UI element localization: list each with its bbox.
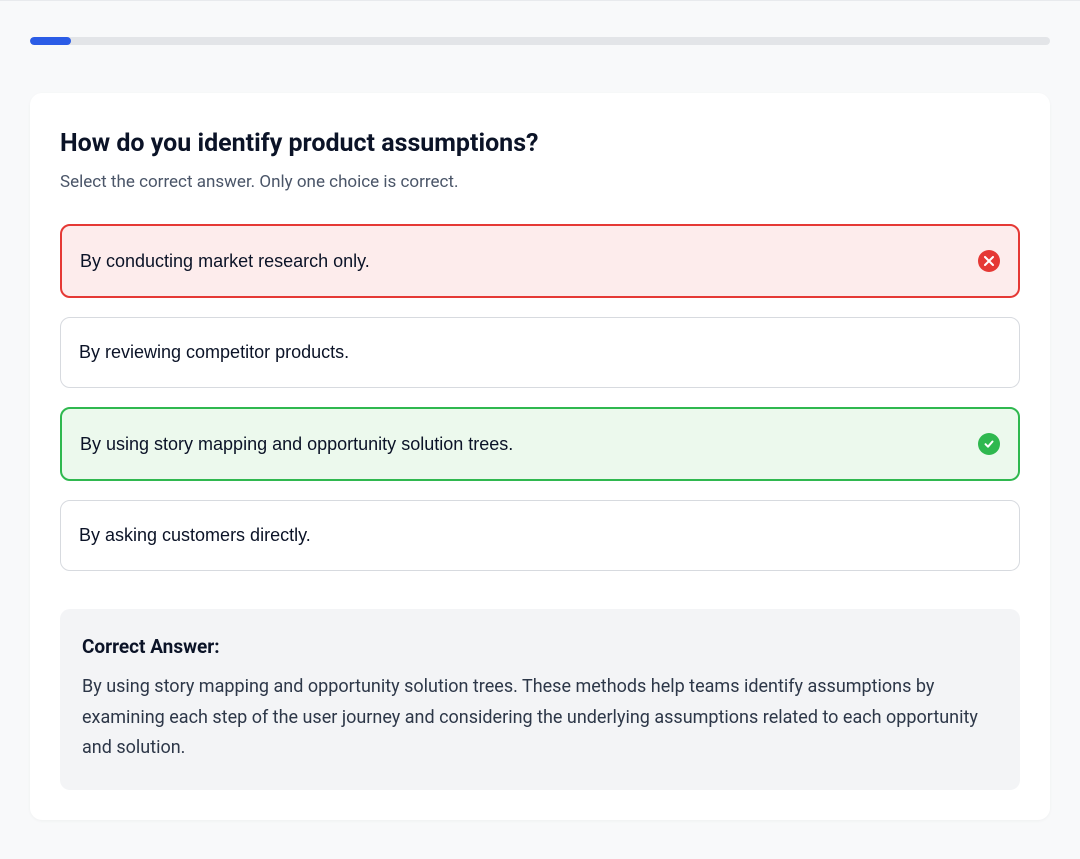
question-card: How do you identify product assumptions?… — [30, 93, 1050, 820]
option-1[interactable]: By conducting market research only. — [60, 224, 1020, 298]
option-text: By reviewing competitor products. — [79, 342, 1001, 363]
option-text: By using story mapping and opportunity s… — [80, 434, 966, 455]
option-4[interactable]: By asking customers directly. — [60, 500, 1020, 571]
page-container: How do you identify product assumptions?… — [0, 1, 1080, 820]
progress-fill — [30, 37, 71, 45]
options-list: By conducting market research only. By r… — [60, 224, 1020, 571]
explanation-text: By using story mapping and opportunity s… — [82, 672, 998, 764]
progress-bar — [30, 37, 1050, 45]
question-instruction: Select the correct answer. Only one choi… — [60, 172, 1020, 192]
question-title: How do you identify product assumptions? — [60, 129, 1020, 158]
option-text: By asking customers directly. — [79, 525, 1001, 546]
option-text: By conducting market research only. — [80, 251, 966, 272]
option-2[interactable]: By reviewing competitor products. — [60, 317, 1020, 388]
explanation-heading: Correct Answer: — [82, 635, 998, 658]
correct-icon — [978, 433, 1000, 455]
explanation-box: Correct Answer: By using story mapping a… — [60, 609, 1020, 790]
option-3[interactable]: By using story mapping and opportunity s… — [60, 407, 1020, 481]
incorrect-icon — [978, 250, 1000, 272]
